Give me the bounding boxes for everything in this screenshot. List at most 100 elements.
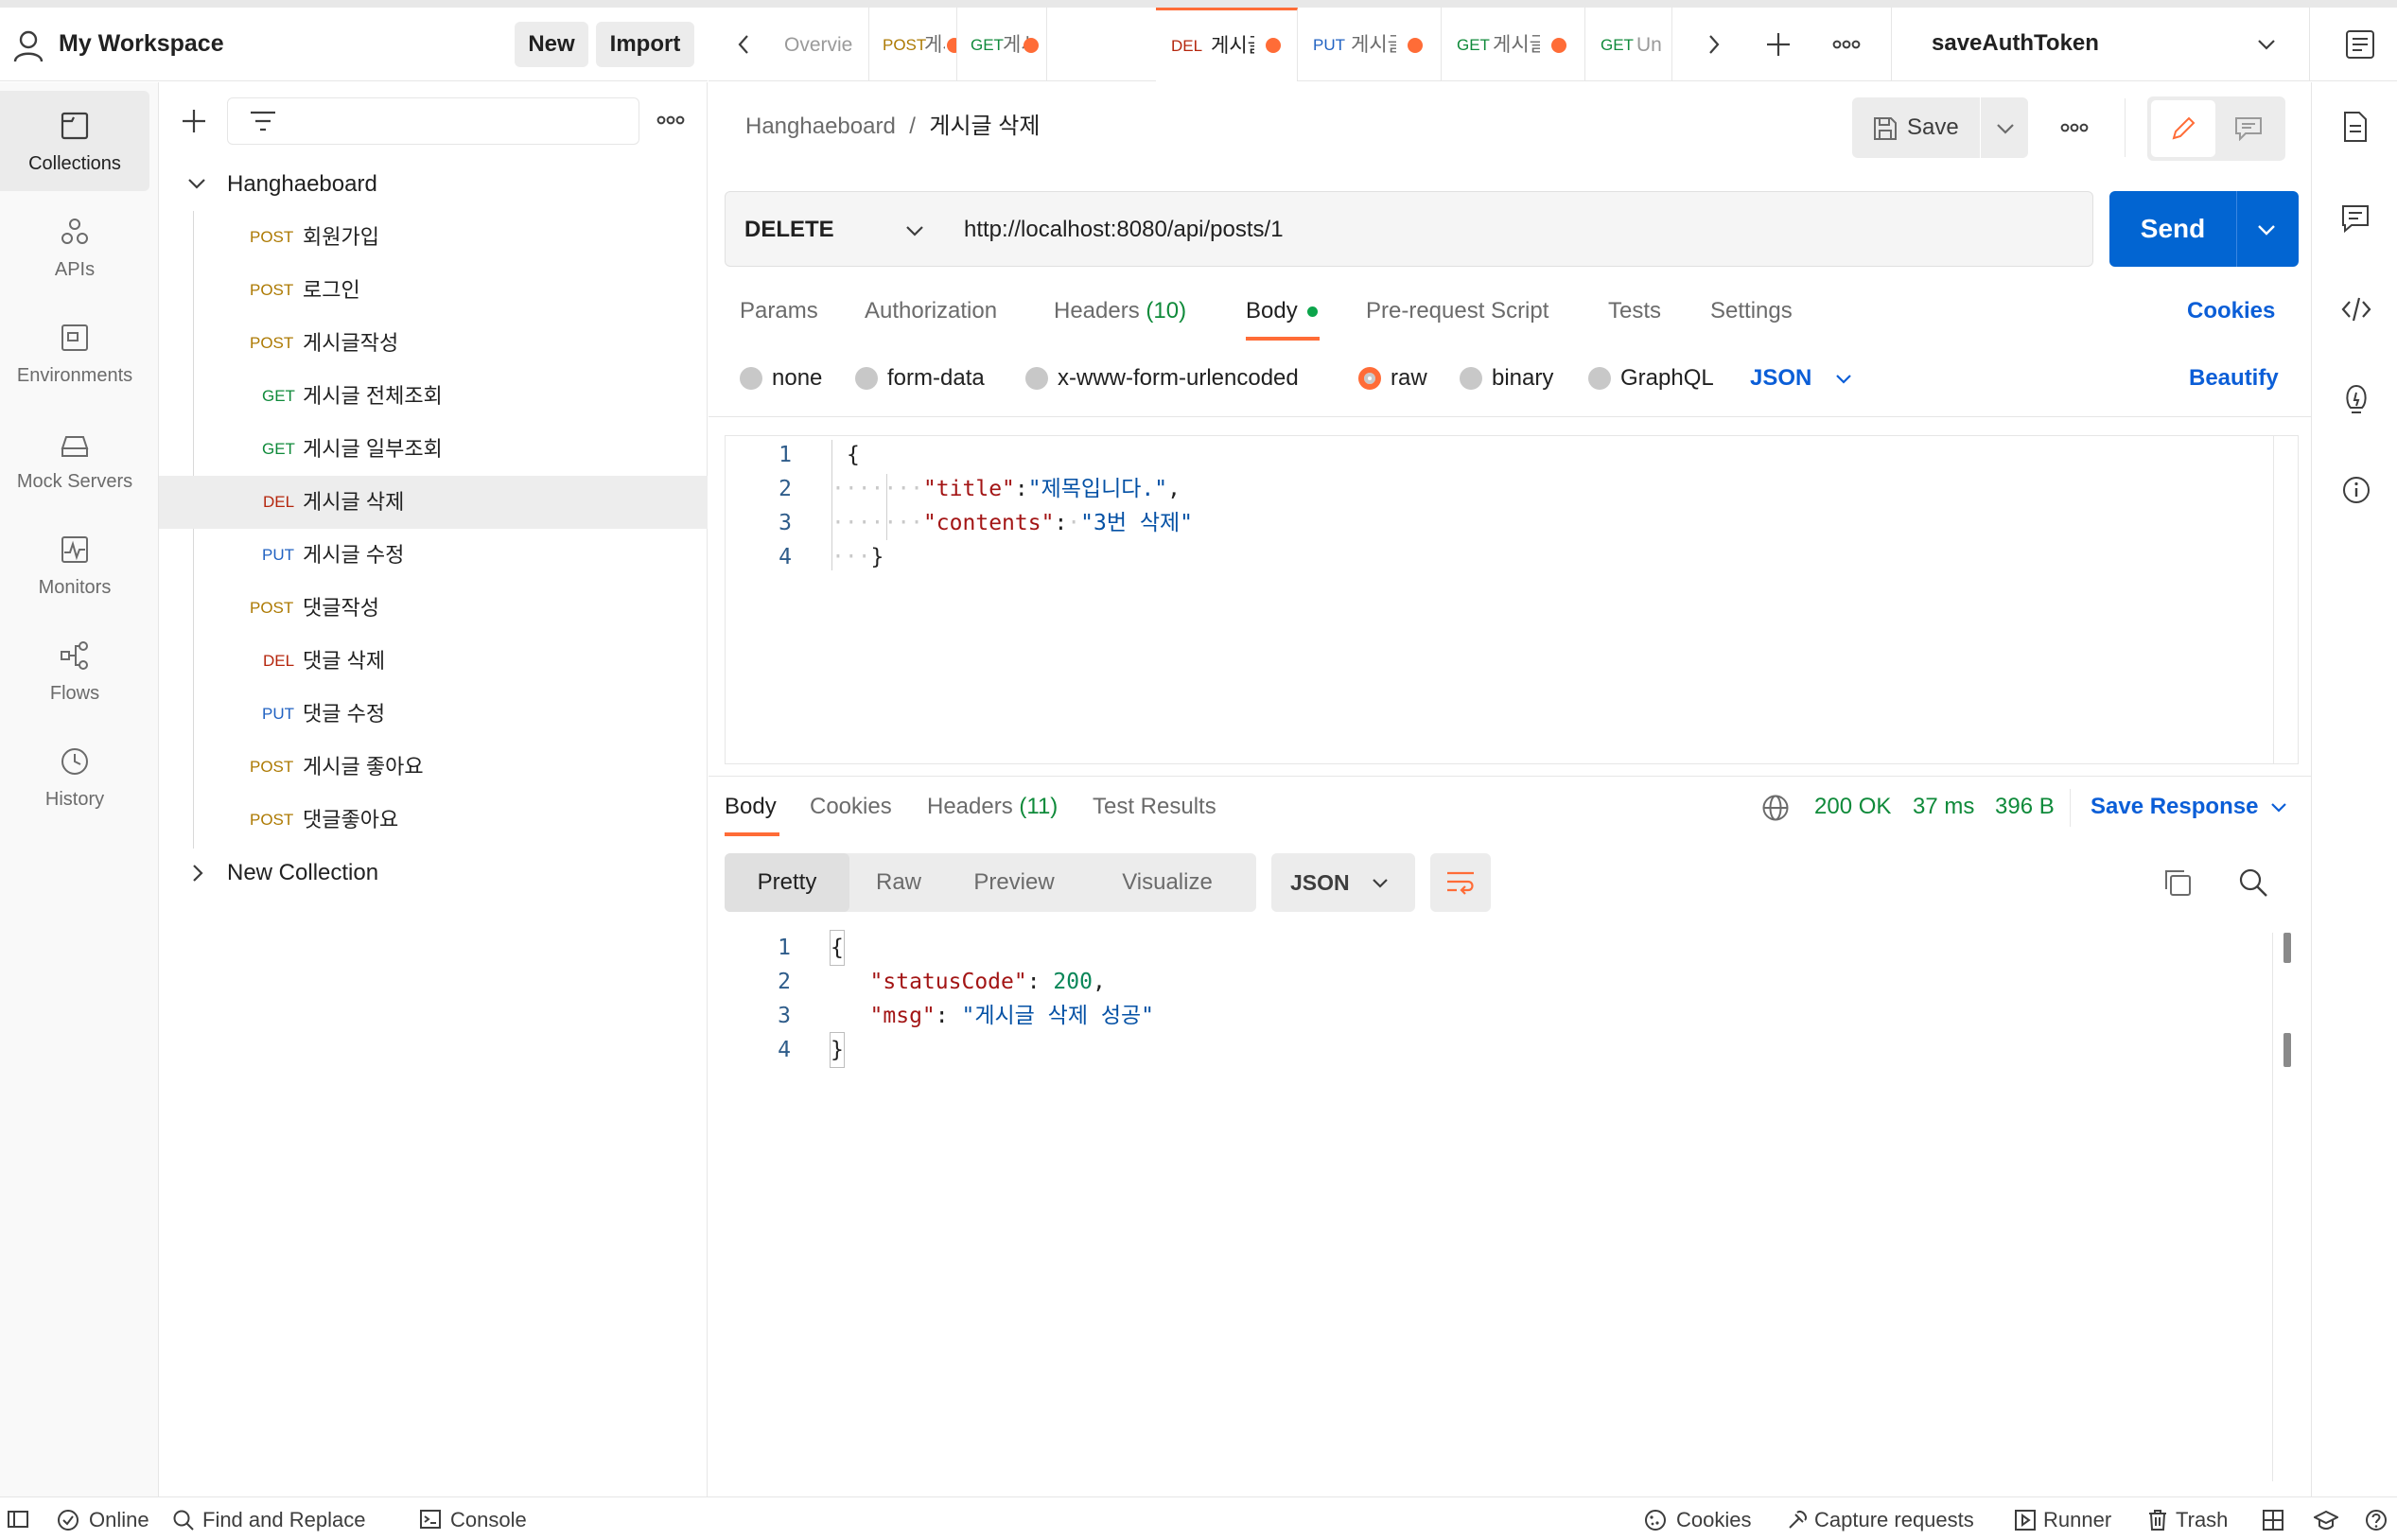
new-button[interactable]: New <box>515 22 588 67</box>
chevron-left-icon[interactable] <box>737 34 750 55</box>
request-item-selected[interactable]: DEL 게시글 삭제 <box>159 476 708 529</box>
tab-overview[interactable]: Overvie <box>782 8 869 81</box>
info-icon[interactable] <box>2341 475 2371 505</box>
response-tab-headers[interactable]: Headers (11) <box>927 791 1058 823</box>
tab-tests[interactable]: Tests <box>1608 295 1661 327</box>
chevron-down-icon[interactable] <box>1996 122 2015 135</box>
response-time[interactable]: 37 ms <box>1913 791 1974 823</box>
rail-item-monitors[interactable]: Monitors <box>0 515 149 615</box>
chevron-down-icon[interactable] <box>187 177 206 190</box>
request-item[interactable]: POST 게시글 좋아요 <box>159 741 708 794</box>
view-pretty[interactable]: Pretty <box>725 853 849 912</box>
response-size[interactable]: 396 B <box>1995 791 2055 823</box>
wrap-lines-button[interactable] <box>1430 853 1491 912</box>
request-tab[interactable]: GET Un <box>1585 8 1672 81</box>
request-tab[interactable]: GET게시글 <box>957 8 1047 81</box>
request-item[interactable]: PUT 게시글 수정 <box>159 529 708 582</box>
new-tab-plus-icon[interactable] <box>1766 32 1791 57</box>
request-tab[interactable]: POST게시 <box>869 8 957 81</box>
request-item[interactable]: POST 게시글작성 <box>159 317 708 370</box>
filter-icon[interactable] <box>249 110 277 132</box>
collection-hanghaeboard[interactable]: Hanghaeboard <box>159 158 708 211</box>
response-scrollbar-track[interactable] <box>2272 933 2273 1481</box>
radio-raw[interactable] <box>1358 367 1381 390</box>
radio-binary[interactable] <box>1460 367 1482 390</box>
response-body-viewer[interactable]: 1 2 3 4 { "statusCode": 200, "msg": "게시글… <box>725 927 2299 1483</box>
edit-mode-button[interactable] <box>2151 100 2215 157</box>
help-icon[interactable] <box>2365 1509 2388 1531</box>
response-divider[interactable] <box>709 776 2311 777</box>
chevron-down-icon[interactable] <box>2257 223 2276 236</box>
request-options-icon[interactable] <box>2060 122 2089 133</box>
tab-settings[interactable]: Settings <box>1710 295 1793 327</box>
tab-body[interactable]: Body <box>1246 295 1318 327</box>
globe-icon[interactable] <box>1761 794 1790 822</box>
tab-pre-request-script[interactable]: Pre-request Script <box>1366 295 1548 327</box>
send-button[interactable]: Send <box>2109 191 2236 267</box>
cookies-link[interactable]: Cookies <box>2187 295 2275 327</box>
tab-authorization[interactable]: Authorization <box>865 295 997 327</box>
response-status[interactable]: 200 OK <box>1814 791 1891 823</box>
request-item[interactable]: POST 회원가입 <box>159 211 708 264</box>
rail-item-mock-servers[interactable]: Mock Servers <box>0 409 149 509</box>
request-item[interactable]: GET 게시글 일부조회 <box>159 423 708 476</box>
view-raw[interactable]: Raw <box>851 853 946 912</box>
sidebar-search-input[interactable] <box>227 97 639 145</box>
rail-item-collections[interactable]: Collections <box>0 91 149 191</box>
plus-icon[interactable] <box>182 109 206 133</box>
rail-item-apis[interactable]: APIs <box>0 197 149 297</box>
rail-item-history[interactable]: History <box>0 726 149 827</box>
request-item[interactable]: POST 댓글좋아요 <box>159 794 708 847</box>
response-tab-test-results[interactable]: Test Results <box>1093 791 1216 823</box>
tab-headers[interactable]: Headers (10) <box>1054 295 1186 327</box>
view-preview[interactable]: Preview <box>948 853 1080 912</box>
save-button[interactable]: Save <box>1852 97 1979 158</box>
method-select[interactable]: DELETE <box>725 191 944 267</box>
runner-button[interactable]: Runner <box>2015 1497 2111 1540</box>
environment-selector[interactable]: saveAuthToken <box>1892 8 2308 81</box>
request-item[interactable]: GET 게시글 전체조회 <box>159 370 708 423</box>
online-status[interactable]: Online <box>57 1497 149 1540</box>
chevron-right-icon[interactable] <box>191 864 204 883</box>
url-input[interactable]: http://localhost:8080/api/posts/1 <box>943 191 2093 267</box>
breadcrumb-collection[interactable]: Hanghaeboard <box>745 114 896 139</box>
request-item[interactable]: POST 댓글작성 <box>159 582 708 635</box>
editor-scrollbar-track[interactable] <box>2273 436 2274 763</box>
two-pane-icon[interactable] <box>2263 1510 2283 1531</box>
copy-icon[interactable] <box>2162 867 2193 898</box>
rail-item-flows[interactable]: Flows <box>0 621 149 721</box>
toggle-sidebar-icon[interactable] <box>8 1511 28 1528</box>
documentation-icon[interactable] <box>2342 111 2369 143</box>
more-options-icon[interactable] <box>656 114 685 126</box>
capture-requests-button[interactable]: Capture requests <box>1786 1497 1974 1540</box>
console-button[interactable]: Console <box>420 1497 527 1540</box>
beautify-link[interactable]: Beautify <box>2189 362 2279 394</box>
view-visualize[interactable]: Visualize <box>1082 853 1252 912</box>
find-replace-button[interactable]: Find and Replace <box>172 1497 365 1540</box>
request-item[interactable]: POST 로그인 <box>159 264 708 317</box>
tab-params[interactable]: Params <box>740 295 818 327</box>
body-language-select[interactable]: JSON <box>1750 362 1851 394</box>
radio-graphql[interactable] <box>1588 367 1611 390</box>
comment-mode-icon[interactable] <box>2234 116 2263 141</box>
collection-new-collection[interactable]: New Collection <box>159 847 708 900</box>
request-item[interactable]: DEL 댓글 삭제 <box>159 635 708 688</box>
breadcrumb-request[interactable]: 게시글 삭제 <box>929 114 1040 139</box>
radio-urlencoded[interactable] <box>1025 367 1048 390</box>
request-tab-active[interactable]: DEL 게시글 <box>1156 8 1298 81</box>
response-tab-cookies[interactable]: Cookies <box>810 791 892 823</box>
cookies-button[interactable]: Cookies <box>1644 1497 1751 1540</box>
request-tab[interactable]: GET게시글 <box>1442 8 1585 81</box>
chevron-right-icon[interactable] <box>1707 34 1721 55</box>
comments-icon[interactable] <box>2340 203 2371 234</box>
import-button[interactable]: Import <box>596 22 694 67</box>
code-icon[interactable] <box>2340 296 2372 323</box>
environment-quick-look-icon[interactable] <box>2345 28 2375 61</box>
response-tab-body[interactable]: Body <box>725 791 777 823</box>
request-tab[interactable]: PUT 게시글 <box>1298 8 1442 81</box>
radio-form-data[interactable] <box>855 367 878 390</box>
trash-button[interactable]: Trash <box>2147 1497 2228 1540</box>
workspace-title[interactable]: My Workspace <box>59 26 224 61</box>
tab-options-icon[interactable] <box>1832 39 1861 50</box>
request-body-editor[interactable]: 1 2 3 4 { ·······"title":"제목입니다.", ·····… <box>725 435 2299 764</box>
